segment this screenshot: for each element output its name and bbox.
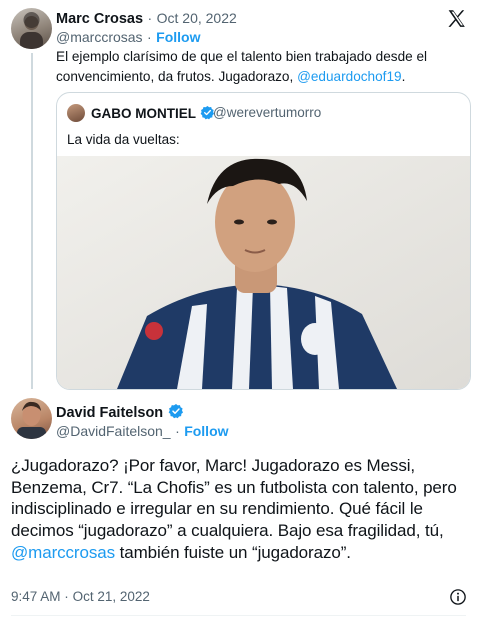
separator-dot: · xyxy=(147,10,153,26)
avatar-david-faitelson[interactable] xyxy=(11,398,52,439)
quoted-handle[interactable]: @werevertumorro xyxy=(213,105,321,120)
follow-button[interactable]: Follow xyxy=(156,29,200,45)
quoted-avatar[interactable] xyxy=(67,104,85,122)
tweet2-header: David Faitelson xyxy=(56,403,184,424)
avatar-marc-crosas[interactable] xyxy=(11,8,52,49)
separator-dot: · xyxy=(175,423,180,439)
quoted-author[interactable]: GABO MONTIEL xyxy=(91,105,215,123)
author-handle[interactable]: @DavidFaitelson_ xyxy=(56,423,171,439)
mention-link[interactable]: @marccrosas xyxy=(11,543,115,562)
tweet2-subheader: @DavidFaitelson_ · Follow xyxy=(56,423,229,441)
tweet2-timestamp[interactable]: 9:47 AM · Oct 21, 2022 xyxy=(11,589,150,604)
quoted-text: La vida da vueltas: xyxy=(67,132,180,147)
avatar-image xyxy=(17,401,46,439)
tweet-date: Oct 21, 2022 xyxy=(72,589,150,604)
follow-button[interactable]: Follow xyxy=(184,423,228,439)
tweet2-text-body: ¿Jugadorazo? ¡Por favor, Marc! Jugadoraz… xyxy=(11,456,457,541)
quoted-tweet[interactable]: GABO MONTIEL @werevertumorro La vida da … xyxy=(56,92,471,390)
author-name[interactable]: Marc Crosas xyxy=(56,11,143,27)
quoted-author-name: GABO MONTIEL xyxy=(91,106,196,121)
author-name[interactable]: David Faitelson xyxy=(56,405,163,421)
tweet1-text-line1: El ejemplo clarísimo de que el talento b… xyxy=(56,49,428,64)
tweet2-text-end: también fuiste un “jugadorazo”. xyxy=(115,542,351,562)
tweet1-text-end: . xyxy=(401,69,406,84)
tweet-time: 9:47 AM xyxy=(11,589,61,604)
tweet1-text-body: convencimiento, da frutos. Jugadorazo, xyxy=(56,69,298,84)
separator-dot: · xyxy=(147,29,152,45)
separator-dot: · xyxy=(64,589,69,604)
tweet1-subheader: @marccrosas · Follow xyxy=(56,29,200,47)
tweet-date[interactable]: Oct 20, 2022 xyxy=(157,10,237,26)
info-icon[interactable] xyxy=(449,588,467,606)
thread-line xyxy=(31,53,33,389)
tweet1-text: El ejemplo clarísimo de que el talento b… xyxy=(56,47,466,87)
tweet1-text-line2: convencimiento, da frutos. Jugadorazo, @… xyxy=(56,67,466,87)
author-handle[interactable]: @marccrosas xyxy=(56,29,143,45)
avatar-image xyxy=(20,12,43,49)
mention-link[interactable]: @eduardochof19 xyxy=(297,69,402,84)
divider xyxy=(11,615,466,616)
player-photo-illustration xyxy=(57,156,470,389)
tweet1-header: Marc Crosas · Oct 20, 2022 xyxy=(56,10,237,28)
quoted-photo[interactable] xyxy=(57,156,470,389)
tweet2-text: ¿Jugadorazo? ¡Por favor, Marc! Jugadoraz… xyxy=(11,455,471,564)
x-logo-icon[interactable] xyxy=(446,8,467,29)
verified-badge-icon xyxy=(168,403,184,424)
